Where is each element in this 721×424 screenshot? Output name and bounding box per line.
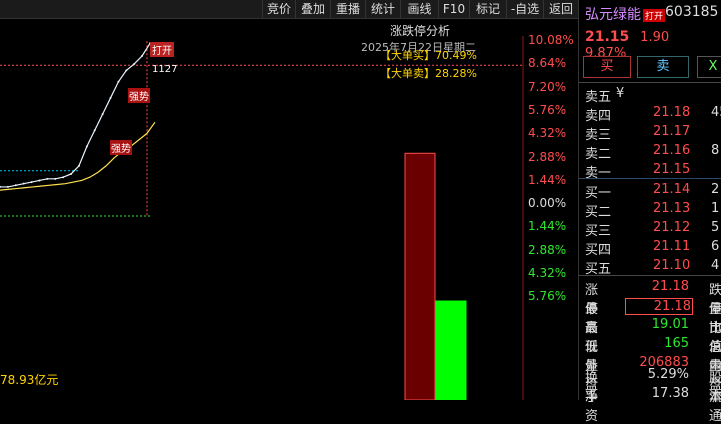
- y-tick-label: 0.00%: [528, 196, 567, 211]
- open-board-tag: 打开: [150, 42, 174, 57]
- replay-button[interactable]: 重播: [330, 0, 365, 18]
- auction-button[interactable]: 竞价: [262, 0, 295, 18]
- ask-price: 21.18: [653, 105, 691, 120]
- stat-value: 5.29%: [647, 367, 689, 382]
- ratio-bar: [435, 300, 467, 400]
- divider: [579, 275, 721, 276]
- stat-value: 21.18: [651, 279, 689, 294]
- y-tick-label: 10.08%: [528, 33, 574, 47]
- remove-watchlist-button[interactable]: -自选: [506, 0, 543, 18]
- price-point: [125, 69, 128, 72]
- price-point: [46, 177, 49, 180]
- bid-label: 买二: [585, 205, 612, 220]
- ask-label: 卖三: [585, 128, 612, 143]
- stat-label: 净资: [585, 390, 599, 424]
- bid-volume: 5: [711, 220, 720, 235]
- stat-value: 17.38: [651, 386, 689, 401]
- price-point: [141, 54, 144, 57]
- ask-label: 卖四: [585, 109, 612, 124]
- turnover-amount: 78.93亿元: [0, 373, 59, 387]
- big-buy-ratio: 【大单买】70.49%: [380, 49, 477, 62]
- bid-label: 买一: [585, 186, 612, 201]
- price-point: [14, 184, 17, 187]
- bid-price: 21.13: [653, 201, 691, 216]
- stat-value: 21.18: [625, 298, 693, 315]
- bid-volume: 6: [711, 239, 720, 254]
- price-point: [85, 145, 88, 148]
- price-line: [0, 43, 151, 188]
- y-tick-label: 1.44%: [528, 172, 567, 187]
- sell-button[interactable]: 卖: [637, 56, 689, 78]
- ask-label: 卖二: [585, 147, 612, 162]
- y-tick-label: 5.76%: [528, 102, 567, 117]
- f10-button[interactable]: F10: [438, 0, 469, 18]
- mark-button[interactable]: 标记: [469, 0, 506, 18]
- intraday-chart[interactable]: [0, 36, 578, 400]
- average-price-line: [0, 121, 156, 191]
- strong-tag-1: 强势: [128, 88, 150, 103]
- volume-tag: 1127: [152, 64, 178, 75]
- stat-value: 165: [664, 336, 689, 351]
- y-tick-label: 2.88%: [528, 242, 567, 257]
- bid-price: 21.14: [653, 182, 691, 197]
- ask-price: 21.16: [653, 143, 691, 158]
- quote-panel: 弘元绿能 打开 603185 21.15 1.90 9.87% 买 卖 X 卖五…: [578, 0, 721, 424]
- ask-price: 21.17: [653, 124, 691, 139]
- price-point: [109, 96, 112, 99]
- price-point: [30, 181, 33, 184]
- stat-value: 19.01: [651, 317, 689, 332]
- ratio-bar: [404, 152, 436, 400]
- bid-label: 买四: [585, 243, 612, 258]
- price-point: [70, 172, 73, 175]
- bid-volume: 1: [711, 201, 720, 216]
- currency-unit: ¥: [616, 86, 625, 101]
- y-tick-label: 8.64%: [528, 56, 567, 71]
- price-point: [101, 113, 104, 116]
- price-point: [6, 185, 9, 188]
- ask-price: 21.15: [653, 162, 691, 177]
- bid-price: 21.12: [653, 220, 691, 235]
- intraday-chart-svg: [0, 36, 524, 400]
- divider: [579, 82, 721, 83]
- y-tick-label: 7.20%: [528, 79, 567, 94]
- bid-price: 21.11: [653, 239, 691, 254]
- y-tick-label: 4.32%: [528, 126, 567, 141]
- price-point: [117, 80, 120, 83]
- buy-button[interactable]: 买: [583, 56, 631, 78]
- price-point: [77, 164, 80, 167]
- strong-tag-2: 强势: [110, 140, 132, 155]
- ask-volume: 8: [711, 143, 720, 158]
- overlay-button[interactable]: 叠加: [295, 0, 330, 18]
- price-point: [0, 185, 1, 188]
- divider: [579, 178, 721, 179]
- price-change: 1.90: [640, 30, 670, 45]
- stat-label-secondary: 流通: [709, 390, 721, 424]
- price-point: [133, 62, 136, 65]
- y-tick-label: 4.32%: [528, 266, 567, 280]
- bid-volume: 2: [711, 182, 720, 197]
- y-tick-label: 5.76%: [528, 289, 567, 304]
- draw-line-button[interactable]: 画线: [400, 0, 438, 18]
- big-sell-ratio: 【大单卖】28.28%: [380, 67, 477, 80]
- x-button[interactable]: X: [697, 56, 721, 78]
- statistics-button[interactable]: 统计: [365, 0, 400, 18]
- stock-name[interactable]: 弘元绿能: [585, 4, 641, 24]
- bid-label: 买三: [585, 224, 612, 239]
- price-point: [62, 176, 65, 179]
- stock-code: 603185: [665, 4, 719, 20]
- bid-price: 21.10: [653, 258, 691, 273]
- price-point: [22, 182, 25, 185]
- price-point: [93, 129, 96, 132]
- ask-volume: 45: [711, 105, 721, 120]
- price-point: [54, 177, 57, 180]
- back-button[interactable]: 返回: [543, 0, 578, 18]
- open-badge: 打开: [643, 9, 666, 22]
- bid-volume: 4: [711, 258, 720, 273]
- y-tick-label: 2.88%: [528, 149, 567, 164]
- toolbar: 竞价 叠加 重播 统计 画线 F10 标记 -自选 返回: [0, 0, 578, 19]
- price-point: [38, 179, 41, 182]
- y-tick-label: 1.44%: [528, 219, 567, 234]
- last-price: 21.15: [585, 29, 630, 45]
